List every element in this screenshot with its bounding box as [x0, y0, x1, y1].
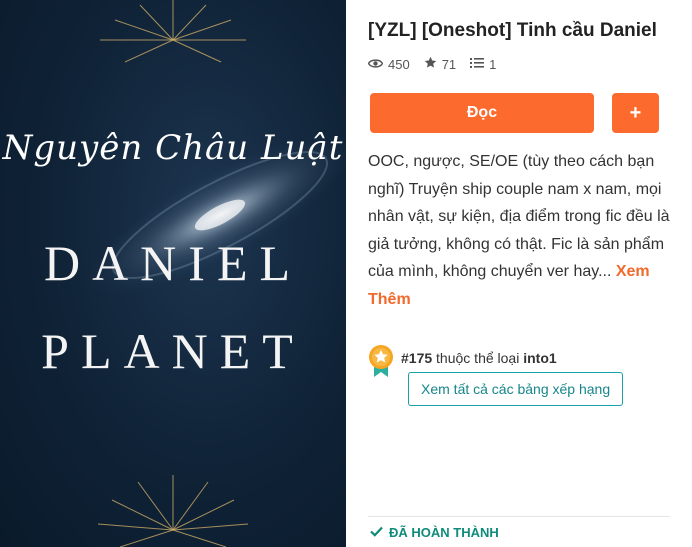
views-count: 450 [388, 56, 410, 72]
eye-icon [367, 57, 388, 72]
star-icon [424, 56, 442, 72]
parts-count: 1 [489, 56, 497, 72]
rank-number: #175 [401, 350, 433, 366]
story-title: [YZL] [Oneshot] Tinh cầu Daniel [368, 20, 657, 41]
add-to-library-button[interactable]: + [612, 93, 659, 133]
completion-label: ĐÃ HOÀN THÀNH [389, 525, 499, 540]
story-cover[interactable]: Nguyên Châu Luật DANIEL PLANET [0, 0, 346, 547]
completion-status: ĐÃ HOÀN THÀNH [370, 525, 499, 540]
divider [368, 516, 670, 517]
medal-icon [368, 344, 394, 383]
story-stats: 450 71 1 [367, 56, 510, 72]
rank-tag[interactable]: into1 [523, 350, 556, 366]
story-description: OOC, ngược, SE/OE (tùy theo cách bạn ngh… [368, 148, 672, 313]
votes-count: 71 [441, 56, 457, 72]
parts-stat: 1 [470, 57, 496, 72]
list-icon [470, 57, 489, 72]
read-button[interactable]: Đọc [370, 93, 594, 133]
check-icon [370, 525, 389, 540]
cover-title-line1: DANIEL [43, 235, 303, 291]
votes-stat: 71 [424, 56, 456, 72]
rank-category-prefix: thuộc thể loại [436, 350, 520, 366]
ranking-text: #175 thuộc thể loại into1 [401, 350, 557, 366]
cover-author: Nguyên Châu Luật [2, 128, 344, 168]
see-all-rankings-button[interactable]: Xem tất cả các bảng xếp hạng [408, 372, 624, 406]
cover-title-line2: PLANET [41, 323, 305, 379]
description-text: OOC, ngược, SE/OE (tùy theo cách bạn ngh… [368, 153, 670, 280]
views-stat: 450 [367, 56, 410, 72]
